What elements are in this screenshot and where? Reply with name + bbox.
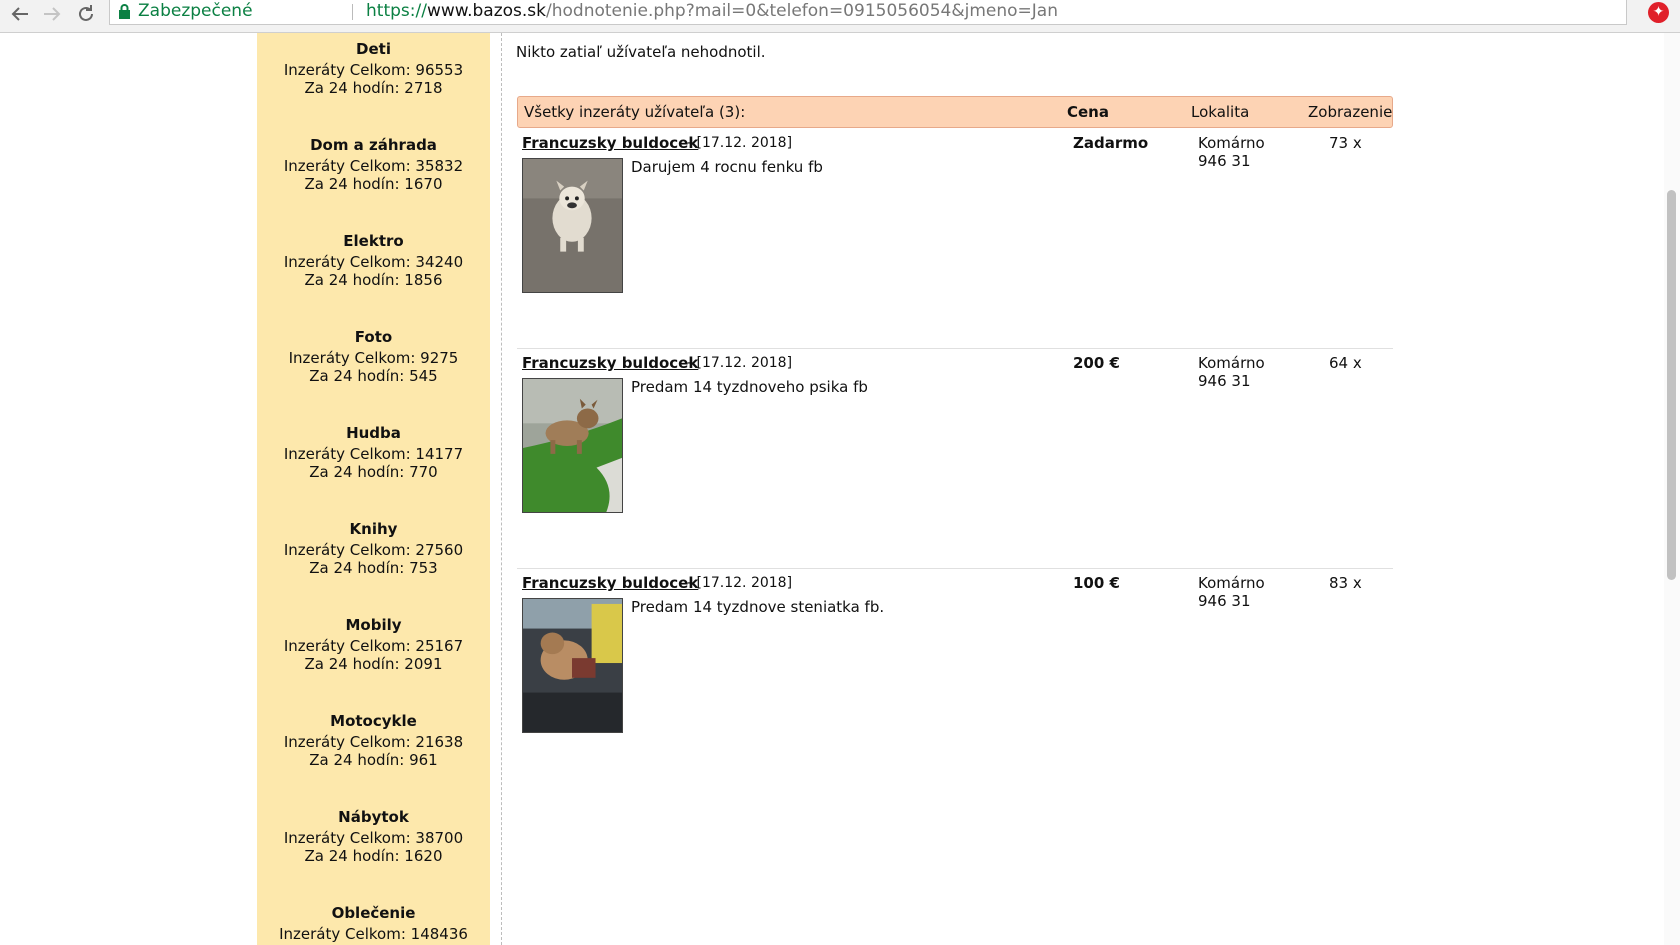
listing-row: Francuzsky buldocek - [17.12. 2018] Pred… xyxy=(517,349,1393,569)
category-day: Za 24 hodín: 1620 xyxy=(304,847,443,865)
header-title: Všetky inzeráty užívateľa (3): xyxy=(524,103,746,121)
listings-header: Všetky inzeráty užívateľa (3): Cena Loka… xyxy=(517,96,1393,128)
category-day: Za 24 hodín: 2091 xyxy=(304,655,443,673)
listing-views: 73 x xyxy=(1329,134,1362,152)
category-item[interactable]: Mobily Inzeráty Celkom: 25167 Za 24 hodí… xyxy=(257,616,490,673)
category-total: Inzeráty Celkom: 27560 xyxy=(283,541,464,559)
location-zip: 946 31 xyxy=(1198,592,1251,610)
listing-title-link[interactable]: Francuzsky buldocek xyxy=(522,134,698,152)
url-path: /hodnotenie.php?mail=0&telefon=091505605… xyxy=(546,1,1058,21)
address-bar[interactable]: Zabezpečené https://www.bazos.sk/hodnote… xyxy=(109,0,1627,25)
category-item[interactable]: Hudba Inzeráty Celkom: 14177 Za 24 hodín… xyxy=(257,424,490,481)
listing-views: 83 x xyxy=(1329,574,1362,592)
listing-thumbnail[interactable] xyxy=(522,378,623,513)
category-item[interactable]: Knihy Inzeráty Celkom: 27560 Za 24 hodín… xyxy=(257,520,490,577)
category-item[interactable]: Motocykle Inzeráty Celkom: 21638 Za 24 h… xyxy=(257,712,490,769)
category-day: Za 24 hodín: 1670 xyxy=(304,175,443,193)
category-day: Za 24 hodín: 1856 xyxy=(304,271,443,289)
category-day: Za 24 hodín: 770 xyxy=(309,463,438,481)
listing-date: - [17.12. 2018] xyxy=(687,135,793,151)
category-name[interactable]: Motocykle xyxy=(257,712,490,730)
category-sidebar: Deti Inzeráty Celkom: 96553 Za 24 hodín:… xyxy=(257,33,490,945)
category-total: Inzeráty Celkom: 96553 xyxy=(283,61,464,79)
listing-location: Komárno 946 31 xyxy=(1198,574,1265,610)
header-views: Zobrazenie xyxy=(1308,103,1393,121)
listing-title-link[interactable]: Francuzsky buldocek xyxy=(522,574,698,592)
url-host: www.bazos.sk xyxy=(426,1,546,21)
listing-price: Zadarmo xyxy=(1073,134,1149,152)
category-total: Inzeráty Celkom: 148436 xyxy=(279,925,468,943)
listing-title-link[interactable]: Francuzsky buldocek xyxy=(522,354,698,372)
listing-thumbnail[interactable] xyxy=(522,158,623,293)
location-city: Komárno xyxy=(1198,354,1265,372)
category-day: Za 24 hodín: 753 xyxy=(309,559,438,577)
header-price: Cena xyxy=(1067,103,1109,121)
category-name[interactable]: Dom a záhrada xyxy=(257,136,490,154)
category-name[interactable]: Foto xyxy=(257,328,490,346)
location-city: Komárno xyxy=(1198,574,1265,592)
lock-icon xyxy=(119,4,130,19)
listing-price: 200 € xyxy=(1073,354,1120,372)
url-protocol: https:// xyxy=(366,1,427,21)
category-total: Inzeráty Celkom: 34240 xyxy=(283,253,464,271)
listing-row: Francuzsky buldocek - [17.12. 2018] Pred… xyxy=(517,569,1393,788)
forward-icon[interactable] xyxy=(40,2,64,26)
category-name[interactable]: Hudba xyxy=(257,424,490,442)
category-item[interactable]: Dom a záhrada Inzeráty Celkom: 35832 Za … xyxy=(257,136,490,193)
category-total: Inzeráty Celkom: 14177 xyxy=(283,445,464,463)
url-text: https://www.bazos.sk/hodnotenie.php?mail… xyxy=(366,0,1058,23)
category-item[interactable]: Nábytok Inzeráty Celkom: 38700 Za 24 hod… xyxy=(257,808,490,865)
listing-description: Darujem 4 rocnu fenku fb xyxy=(631,158,823,176)
category-total: Inzeráty Celkom: 38700 xyxy=(283,829,464,847)
category-name[interactable]: Elektro xyxy=(257,232,490,250)
category-name[interactable]: Knihy xyxy=(257,520,490,538)
category-day: Za 24 hodín: 545 xyxy=(309,367,438,385)
listing-description: Predam 14 tyzdnove steniatka fb. xyxy=(631,598,885,616)
category-total: Inzeráty Celkom: 9275 xyxy=(288,349,459,367)
listing-thumbnail[interactable] xyxy=(522,598,623,733)
secure-label: Zabezpečené xyxy=(138,1,253,21)
listing-date: - [17.12. 2018] xyxy=(687,355,793,371)
scrollbar-thumb[interactable] xyxy=(1667,190,1676,580)
category-item[interactable]: Deti Inzeráty Celkom: 96553 Za 24 hodín:… xyxy=(257,40,490,97)
listing-row: Francuzsky buldocek - [17.12. 2018] Daru… xyxy=(517,129,1393,349)
category-day: Za 24 hodín: 2718 xyxy=(304,79,443,97)
listing-location: Komárno 946 31 xyxy=(1198,354,1265,390)
url-separator xyxy=(352,4,353,20)
back-icon[interactable] xyxy=(8,2,32,26)
reload-icon[interactable] xyxy=(74,2,98,26)
category-total: Inzeráty Celkom: 35832 xyxy=(283,157,464,175)
category-total: Inzeráty Celkom: 25167 xyxy=(283,637,464,655)
category-item[interactable]: Foto Inzeráty Celkom: 9275 Za 24 hodín: … xyxy=(257,328,490,385)
category-item[interactable]: Oblečenie Inzeráty Celkom: 148436 xyxy=(257,904,490,943)
listing-date: - [17.12. 2018] xyxy=(687,575,793,591)
listing-price: 100 € xyxy=(1073,574,1120,592)
listing-location: Komárno 946 31 xyxy=(1198,134,1265,170)
browser-toolbar: Zabezpečené https://www.bazos.sk/hodnote… xyxy=(0,0,1680,33)
listing-views: 64 x xyxy=(1329,354,1362,372)
location-city: Komárno xyxy=(1198,134,1265,152)
location-zip: 946 31 xyxy=(1198,372,1251,390)
category-total: Inzeráty Celkom: 21638 xyxy=(283,733,464,751)
category-name[interactable]: Deti xyxy=(257,40,490,58)
category-item[interactable]: Elektro Inzeráty Celkom: 34240 Za 24 hod… xyxy=(257,232,490,289)
category-name[interactable]: Oblečenie xyxy=(257,904,490,922)
extension-icon[interactable]: ✦ xyxy=(1648,2,1669,23)
listing-description: Predam 14 tyzdnoveho psika fb xyxy=(631,378,868,396)
category-name[interactable]: Nábytok xyxy=(257,808,490,826)
header-location: Lokalita xyxy=(1191,103,1250,121)
rating-note: Nikto zatiaľ užívateľa nehodnotil. xyxy=(516,43,766,61)
column-divider xyxy=(501,33,502,945)
category-name[interactable]: Mobily xyxy=(257,616,490,634)
category-day: Za 24 hodín: 961 xyxy=(309,751,438,769)
location-zip: 946 31 xyxy=(1198,152,1251,170)
